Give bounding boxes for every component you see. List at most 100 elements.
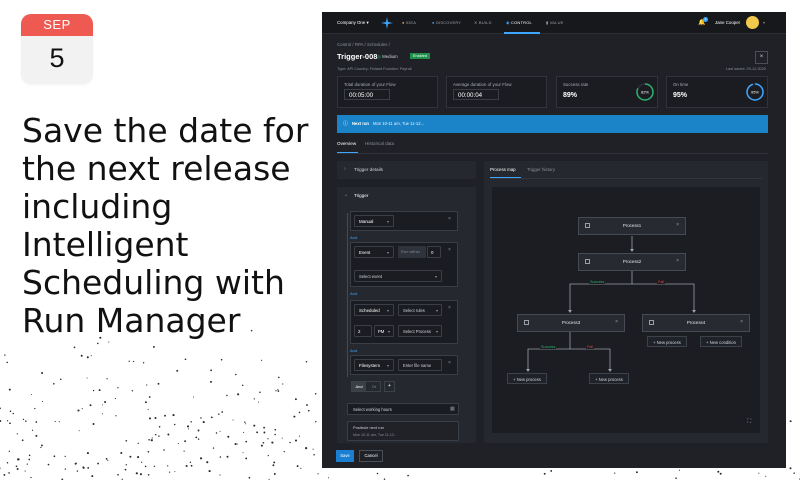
decor-dot xyxy=(132,360,135,363)
remove-rule-icon[interactable]: × xyxy=(448,216,451,222)
process-node-2[interactable]: Process2 × xyxy=(578,253,686,271)
scheduled-select[interactable]: Scheduled ▾ xyxy=(354,304,394,316)
decor-dot xyxy=(263,426,265,429)
decor-dot xyxy=(73,346,76,349)
decor-dot xyxy=(314,393,317,395)
select-rules-dropdown[interactable]: Select rules ▾ xyxy=(398,304,442,316)
nav-idea[interactable]: ● IDEA xyxy=(402,20,416,25)
breadcrumb-rpa[interactable]: RPA xyxy=(355,42,363,47)
working-hours-select[interactable]: Select working hours ▦ xyxy=(347,403,459,415)
decor-dot xyxy=(271,441,274,444)
decor-dot xyxy=(283,450,285,453)
trigger-details-collapsed[interactable]: › Trigger details xyxy=(337,161,476,179)
decor-dot xyxy=(106,378,108,380)
trigger-panel: ⌄ Trigger Manual ▾ × And Event ▾ Run wit… xyxy=(337,187,476,443)
and-connector[interactable]: And xyxy=(350,348,357,353)
run-within-input[interactable]: 0 xyxy=(427,246,441,258)
decor-dot xyxy=(86,356,89,359)
decor-dot xyxy=(148,439,150,441)
tab-historical-data[interactable]: Historical data xyxy=(365,141,394,146)
decor-dot xyxy=(144,401,147,404)
breadcrumb-control[interactable]: Control xyxy=(337,42,351,47)
close-icon[interactable]: × xyxy=(615,319,618,325)
success-branch-label: Success xyxy=(540,345,557,349)
close-icon[interactable]: × xyxy=(740,319,743,325)
decor-dot xyxy=(40,444,43,447)
priority-label: ◎ Medium xyxy=(377,54,398,59)
tab-overview[interactable]: Overview xyxy=(337,141,356,146)
tab-trigger-history[interactable]: Trigger history xyxy=(527,167,555,172)
nav-discovery[interactable]: ● DISCOVERY xyxy=(432,20,461,25)
event-select[interactable]: Event ▾ xyxy=(354,246,394,258)
decor-dot xyxy=(16,468,19,470)
decor-dot xyxy=(635,471,638,474)
avatar[interactable] xyxy=(746,16,759,29)
decor-dot xyxy=(376,472,379,475)
nav-control[interactable]: ◉ CONTROL xyxy=(506,20,532,25)
decor-dot xyxy=(102,404,104,406)
close-icon[interactable]: × xyxy=(676,258,679,264)
remove-rule-icon[interactable]: × xyxy=(448,305,451,311)
process-node-3[interactable]: Process3 × xyxy=(517,314,625,332)
process-panel: Process map Trigger history Process1 × P… xyxy=(484,161,768,443)
new-process-button[interactable]: + New process xyxy=(589,373,629,384)
manual-select[interactable]: Manual ▾ xyxy=(354,215,394,227)
hour-input[interactable]: 2 xyxy=(354,325,372,337)
headline: Save the date for the next release inclu… xyxy=(22,112,322,340)
working-hours-placeholder: Select working hours xyxy=(353,407,392,412)
or-toggle[interactable]: Or xyxy=(368,382,380,391)
decor-dot xyxy=(24,470,26,472)
company-selector[interactable]: Company One ▾ xyxy=(337,20,369,26)
new-process-button[interactable]: + New process xyxy=(507,373,547,384)
headline-line: the next release xyxy=(22,149,291,188)
breadcrumb-schedules[interactable]: Schedules xyxy=(367,42,388,47)
remove-rule-icon[interactable]: × xyxy=(448,360,451,366)
decor-dot xyxy=(221,411,224,413)
decor-dot xyxy=(296,465,299,468)
decor-dot xyxy=(40,446,42,449)
decor-dot xyxy=(298,435,300,437)
new-condition-button[interactable]: + New condition xyxy=(700,336,742,347)
last-saved: Last saved: 29-12-2020 xyxy=(726,67,766,71)
select-event-dropdown[interactable]: Select event ▾ xyxy=(354,270,442,282)
decor-dot xyxy=(200,417,202,419)
nav-value[interactable]: ▮ VALUE xyxy=(546,20,564,25)
decor-dot xyxy=(242,452,244,454)
tab-process-map[interactable]: Process map xyxy=(490,167,516,172)
save-button[interactable]: Save xyxy=(336,450,354,462)
decor-dot xyxy=(237,393,240,396)
decor-dot xyxy=(543,472,546,475)
decor-dot xyxy=(26,463,28,465)
add-rule-button[interactable]: + xyxy=(384,381,395,392)
nav-build[interactable]: ✕ BUILD xyxy=(474,20,492,25)
filesystem-select[interactable]: Filesystem ▾ xyxy=(354,359,394,371)
decor-dot xyxy=(195,436,198,439)
decor-dot xyxy=(719,472,722,475)
user-name[interactable]: Jane Cooper xyxy=(715,20,740,25)
ampm-select[interactable]: PM ▾ xyxy=(374,325,394,337)
file-name-input[interactable]: Enter file name xyxy=(398,359,442,371)
close-button[interactable]: × xyxy=(755,51,768,64)
cancel-button[interactable]: Cancel xyxy=(359,450,383,462)
close-icon[interactable]: × xyxy=(676,222,679,228)
remove-rule-icon[interactable]: × xyxy=(448,247,451,253)
decor-dot xyxy=(272,464,275,467)
chevron-down-icon[interactable]: ▾ xyxy=(763,20,765,25)
fullscreen-icon[interactable]: ⛶ xyxy=(747,419,751,426)
decor-dot xyxy=(172,414,175,417)
and-connector[interactable]: And xyxy=(350,291,357,296)
chevron-down-icon[interactable]: ⌄ xyxy=(344,192,348,198)
decor-dot xyxy=(147,450,150,453)
process-node-1[interactable]: Process1 × xyxy=(578,217,686,235)
decor-dot xyxy=(184,440,187,443)
and-toggle[interactable]: And xyxy=(352,382,366,391)
success-branch-label: Success xyxy=(589,280,606,284)
and-connector[interactable]: And xyxy=(350,235,357,240)
decor-dot xyxy=(131,390,134,392)
decor-dot xyxy=(76,470,79,472)
select-process-dropdown[interactable]: Select Process ▾ xyxy=(398,325,442,337)
process-canvas[interactable]: Process1 × Process2 × Success Fail Proce… xyxy=(492,187,760,433)
new-process-button[interactable]: + New process xyxy=(647,336,687,347)
process-node-4[interactable]: Process4 × xyxy=(642,314,750,332)
stat-on-time: On time 95% 95% xyxy=(666,76,768,108)
